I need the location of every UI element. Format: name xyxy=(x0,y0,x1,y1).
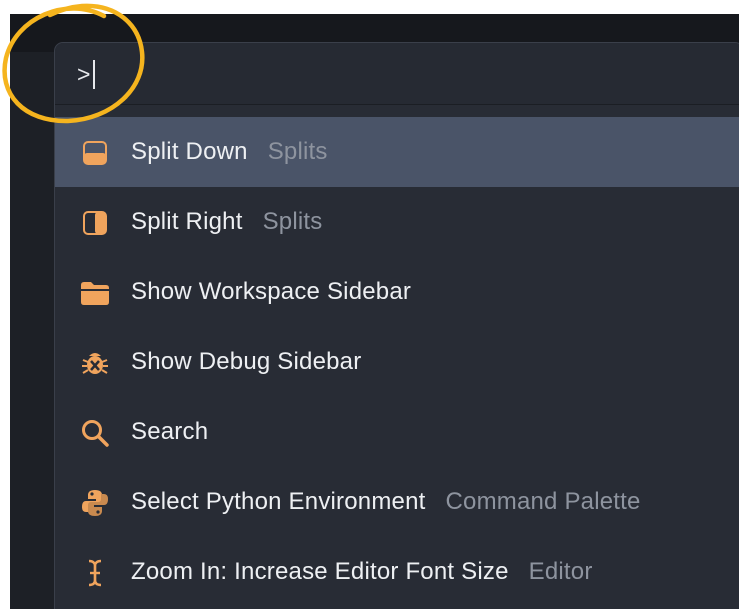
bug-icon xyxy=(79,349,111,377)
command-list: Split Down Splits Split Right Splits Sho… xyxy=(55,117,739,607)
text-caret xyxy=(93,60,95,89)
command-item-text: Show Workspace Sidebar xyxy=(131,257,431,327)
command-item-split-down[interactable]: Split Down Splits xyxy=(55,117,739,187)
command-label: Split Down xyxy=(131,138,248,165)
command-item-text: Split Down Splits xyxy=(131,117,328,187)
command-item-select-python-environment[interactable]: Select Python Environment Command Palett… xyxy=(55,467,739,537)
command-label: Zoom In: Increase Editor Font Size xyxy=(131,558,509,585)
command-label: Show Debug Sidebar xyxy=(131,348,362,375)
palette-search-bar xyxy=(55,43,739,105)
command-search-input[interactable] xyxy=(77,57,677,91)
command-item-text: Search xyxy=(131,397,228,467)
command-item-split-right[interactable]: Split Right Splits xyxy=(55,187,739,257)
command-item-text: Show Debug Sidebar xyxy=(131,327,381,397)
command-item-search[interactable]: Search xyxy=(55,397,739,467)
editor-strip xyxy=(10,52,56,609)
command-item-show-workspace-sidebar[interactable]: Show Workspace Sidebar xyxy=(55,257,739,327)
command-category: Splits xyxy=(262,208,323,235)
command-item-zoom-in[interactable]: Zoom In: Increase Editor Font Size Edito… xyxy=(55,537,739,607)
command-item-text: Select Python Environment Command Palett… xyxy=(131,467,641,537)
text-cursor-icon xyxy=(79,559,111,587)
split-down-icon xyxy=(79,139,111,167)
command-label: Select Python Environment xyxy=(131,488,426,515)
folder-icon xyxy=(79,279,111,307)
command-category: Splits xyxy=(267,138,328,165)
command-label: Split Right xyxy=(131,208,243,235)
command-item-text: Split Right Splits xyxy=(131,187,322,257)
search-icon xyxy=(79,419,111,447)
command-item-show-debug-sidebar[interactable]: Show Debug Sidebar xyxy=(55,327,739,397)
split-right-icon xyxy=(79,209,111,237)
command-label: Search xyxy=(131,418,209,445)
command-category: Editor xyxy=(528,558,593,585)
command-item-text: Zoom In: Increase Editor Font Size Edito… xyxy=(131,537,593,607)
command-palette: Split Down Splits Split Right Splits xyxy=(54,42,739,609)
screenshot-stage: Split Down Splits Split Right Splits xyxy=(0,0,739,609)
command-label: Show Workspace Sidebar xyxy=(131,278,412,305)
python-icon xyxy=(79,489,111,517)
command-category: Command Palette xyxy=(445,488,641,515)
